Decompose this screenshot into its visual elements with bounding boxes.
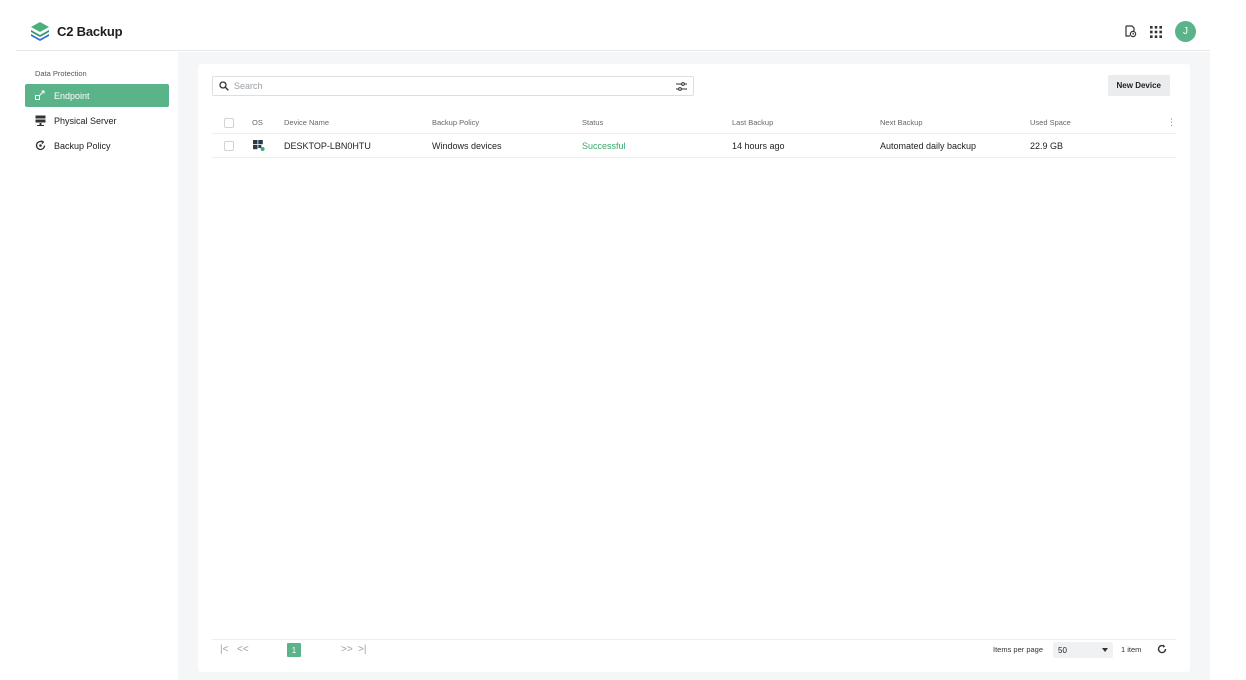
windows-icon — [253, 140, 265, 151]
next-backup: Automated daily backup — [880, 140, 977, 151]
page-number-current[interactable]: 1 — [287, 643, 301, 657]
status-badge: Successful — [582, 140, 626, 151]
sidebar: Data Protection Endpoint Physical Server… — [16, 52, 178, 680]
items-per-page-select[interactable]: 50 — [1053, 642, 1113, 658]
search-input[interactable] — [234, 81, 668, 91]
last-backup: 14 hours ago — [732, 140, 785, 151]
sidebar-item-backup-policy[interactable]: Backup Policy — [25, 134, 169, 157]
prev-page-icon[interactable]: << — [237, 644, 249, 656]
refresh-icon[interactable] — [1156, 643, 1168, 655]
sidebar-section-title: Data Protection — [35, 69, 87, 78]
brand[interactable]: C2 Backup — [30, 21, 123, 41]
column-header-status[interactable]: Status — [582, 112, 603, 133]
sidebar-item-physical-server[interactable]: Physical Server — [25, 109, 169, 132]
column-header-last-backup[interactable]: Last Backup — [732, 112, 773, 133]
column-header-os[interactable]: OS — [252, 112, 263, 133]
task-monitor-icon[interactable] — [1123, 25, 1137, 39]
first-page-icon[interactable]: |< — [220, 644, 228, 656]
app-name: C2 Backup — [57, 23, 123, 39]
backup-policy-icon — [35, 140, 46, 151]
header-actions: J — [1123, 21, 1196, 42]
top-header: C2 Backup J — [16, 0, 1210, 51]
device-table: OS Device Name Backup Policy Status Last… — [212, 112, 1176, 158]
table-row[interactable]: DESKTOP-LBN0HTU Windows devices Successf… — [212, 134, 1176, 158]
caret-down-icon — [1102, 648, 1108, 652]
items-per-page-label: Items per page — [993, 645, 1044, 654]
sidebar-item-endpoint[interactable]: Endpoint — [25, 84, 169, 107]
column-settings-icon[interactable]: ⋮ — [1167, 112, 1176, 133]
endpoint-icon — [35, 90, 46, 101]
device-list-panel: New Device OS Device Name Backup Policy … — [198, 64, 1190, 672]
app-grid-icon[interactable] — [1149, 25, 1163, 39]
user-avatar[interactable]: J — [1175, 21, 1196, 42]
device-name[interactable]: DESKTOP-LBN0HTU — [284, 134, 371, 157]
pagination-bar: |< << 1 >> >| Items per page 50 1 item — [212, 639, 1176, 659]
new-device-button[interactable]: New Device — [1107, 75, 1170, 96]
select-all-checkbox[interactable] — [224, 117, 234, 128]
search-icon — [219, 81, 229, 91]
column-header-next-backup[interactable]: Next Backup — [880, 112, 923, 133]
next-page-icon[interactable]: >> — [341, 644, 353, 656]
column-header-used-space[interactable]: Used Space — [1030, 112, 1071, 133]
used-space: 22.9 GB — [1030, 140, 1064, 151]
last-page-icon[interactable]: >| — [358, 644, 366, 656]
sidebar-item-label: Backup Policy — [54, 140, 111, 151]
column-header-backup-policy[interactable]: Backup Policy — [432, 112, 479, 133]
app-window: C2 Backup J Data Protection Endpoint Phy… — [0, 0, 1246, 680]
items-per-page-value: 50 — [1058, 645, 1067, 655]
items-count: 1 item — [1121, 645, 1142, 654]
backup-policy: Windows devices — [432, 140, 502, 151]
sidebar-item-label: Endpoint — [54, 90, 90, 101]
column-header-device-name[interactable]: Device Name — [284, 112, 329, 133]
row-checkbox[interactable] — [224, 140, 234, 151]
search-box — [212, 76, 694, 96]
table-header-row: OS Device Name Backup Policy Status Last… — [212, 112, 1176, 134]
c2-logo-icon — [31, 22, 49, 41]
filter-icon[interactable] — [673, 78, 689, 94]
sidebar-item-label: Physical Server — [54, 115, 117, 126]
server-icon — [35, 115, 46, 126]
